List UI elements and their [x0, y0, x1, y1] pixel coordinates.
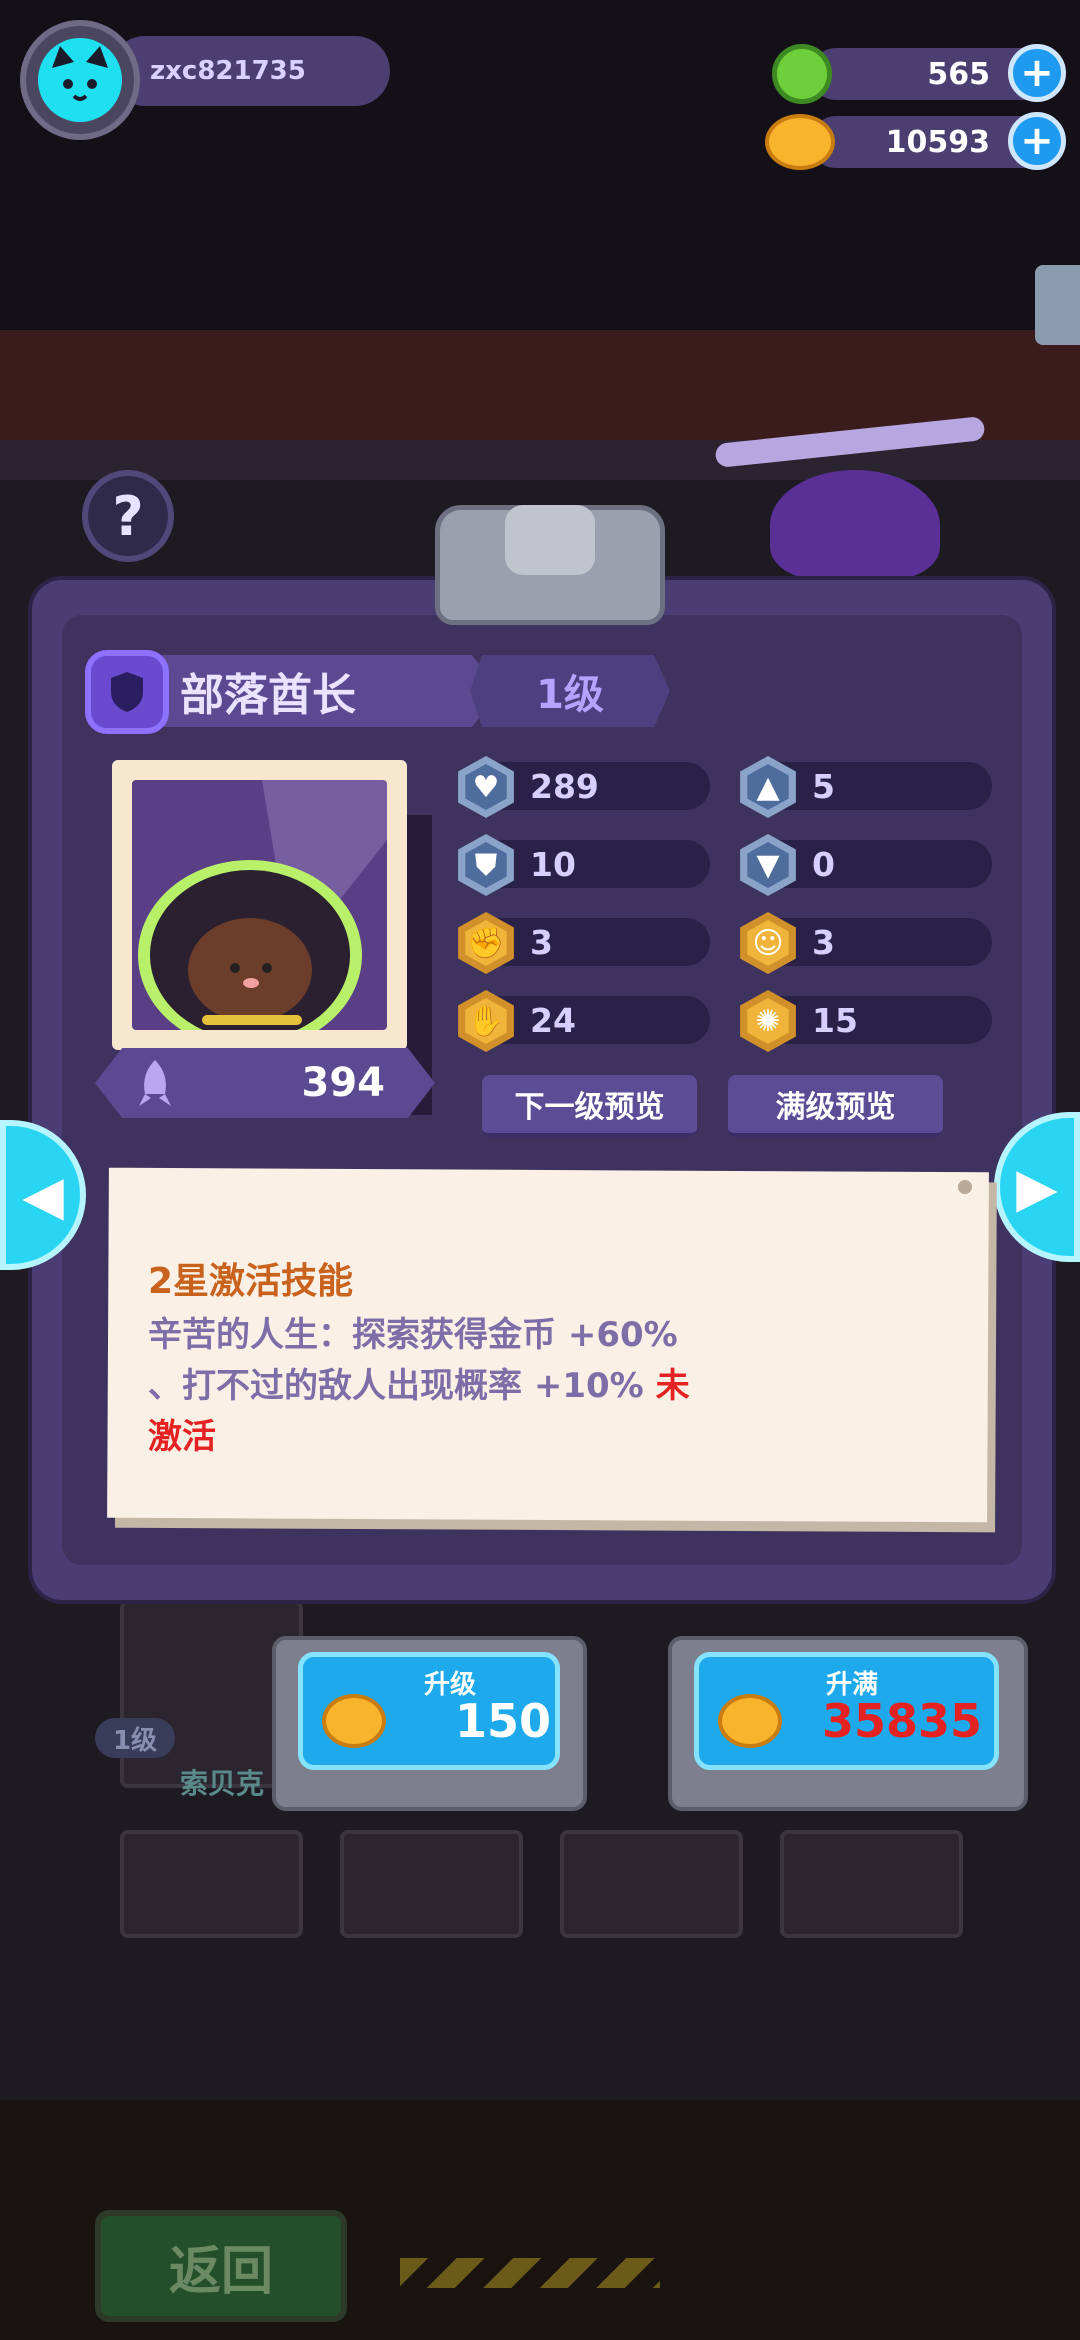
hazard-stripe-decoration — [400, 2258, 660, 2288]
cat-avatar-icon — [38, 38, 122, 122]
chevron-right-icon: ▶ — [1016, 1155, 1058, 1219]
background-card-name: 索贝克 — [180, 1767, 265, 1800]
green-gem-icon — [772, 44, 832, 104]
side-tab-icon[interactable] — [1035, 265, 1080, 345]
upgrade-cost: 150 — [455, 1694, 552, 1748]
add-gem-button[interactable]: + — [1008, 44, 1066, 102]
background-hero-card — [120, 1830, 303, 1938]
class-shield-icon — [85, 650, 169, 734]
skill-line-1: 辛苦的人生：探索获得金币 +60% — [148, 1315, 678, 1355]
background-card-level: 1级 — [95, 1718, 175, 1758]
background-hero-card — [780, 1830, 963, 1938]
rocket-power-icon — [135, 1058, 175, 1108]
chevron-left-icon: ◀ — [22, 1163, 64, 1227]
purple-monster-decoration — [770, 470, 940, 580]
background-hero-card — [560, 1830, 743, 1938]
upgrade-max-cost: 35835 — [822, 1694, 983, 1748]
skill-line-2: 、打不过的敌人出现概率 +10% — [148, 1366, 644, 1406]
return-button[interactable]: 返回 — [95, 2210, 347, 2322]
clipboard-clip-top — [505, 505, 595, 575]
hero-name-label: 部落酋长 — [150, 655, 500, 727]
username-label: zxc821735 — [110, 36, 390, 106]
add-gold-button[interactable]: + — [1008, 112, 1066, 170]
hero-level-label: 1级 — [470, 655, 670, 727]
skill-status-inactive: 未 — [655, 1366, 690, 1406]
max-level-preview-button[interactable]: 满级预览 — [728, 1075, 943, 1137]
help-button[interactable]: ? — [82, 470, 174, 562]
gold-coin-icon — [765, 114, 835, 170]
note-pin — [958, 1180, 972, 1194]
skill-description: 辛苦的人生：探索获得金币 +60% 、打不过的敌人出现概率 +10% 未 激活 — [148, 1310, 768, 1463]
next-level-preview-button[interactable]: 下一级预览 — [482, 1075, 697, 1137]
skill-status-inactive-2: 激活 — [148, 1417, 216, 1457]
hero-portrait — [132, 780, 387, 1030]
background-hero-card — [340, 1830, 523, 1938]
skill-title: 2星激活技能 — [148, 1261, 354, 1302]
gold-coin-icon — [322, 1694, 386, 1748]
gold-coin-icon — [718, 1694, 782, 1748]
